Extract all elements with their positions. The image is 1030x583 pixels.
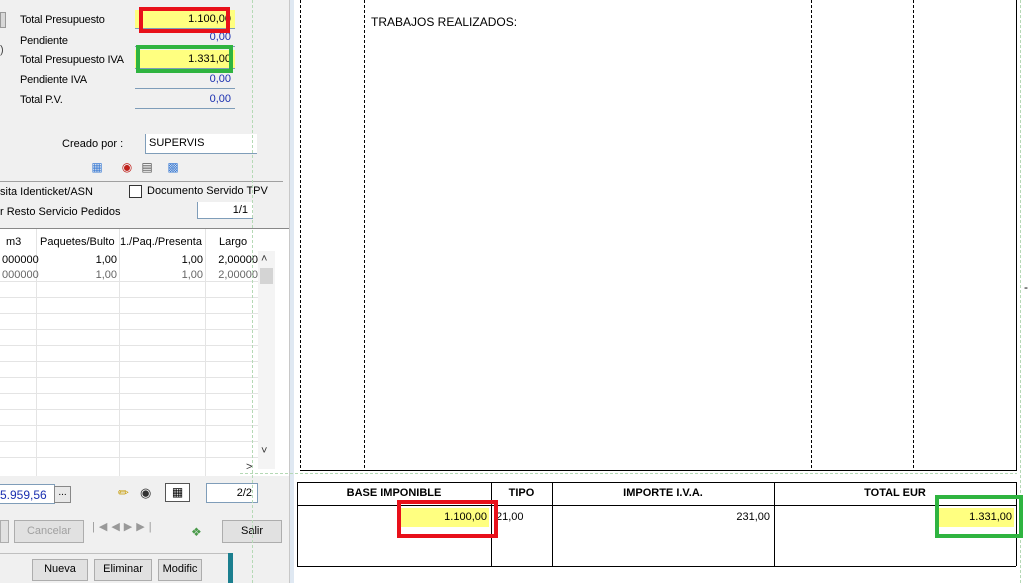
calendar-icon[interactable]: ▦ bbox=[90, 160, 104, 174]
cell[interactable]: 000000 bbox=[2, 254, 39, 266]
modificar-button[interactable]: Modific bbox=[158, 559, 202, 581]
pendiente-label: Pendiente bbox=[20, 35, 68, 47]
col-header-presenta[interactable]: 1./Paq./Presenta bbox=[120, 236, 202, 248]
green-highlight-frame bbox=[935, 495, 1023, 538]
cell[interactable]: 2,00000 bbox=[206, 269, 258, 281]
cell[interactable]: 1,00 bbox=[120, 254, 203, 266]
visita-identicket-label: sita Identicket/ASN bbox=[0, 186, 93, 198]
bottom-toolbar: Nueva Eliminar Modific bbox=[0, 553, 230, 583]
resto-servicio-label: r Resto Servicio Pedidos bbox=[0, 206, 121, 218]
dotted-guide bbox=[252, 0, 253, 583]
importe-iva-value: 231,00 bbox=[736, 511, 770, 523]
lines-grid: m3 Paquetes/Bulto 1./Paq./Presenta Largo… bbox=[0, 228, 289, 476]
col-header-largo[interactable]: Largo bbox=[219, 236, 247, 248]
total-pv-row: Total P.V. 0,00 bbox=[0, 90, 289, 110]
scroll-up-arrow-icon[interactable]: ˄ bbox=[261, 253, 267, 265]
money-bag-icon[interactable]: ◉ bbox=[120, 160, 134, 174]
red-highlight-frame bbox=[397, 500, 498, 538]
importe-iva-header: IMPORTE I.V.A. bbox=[623, 487, 703, 499]
scrollbar-thumb[interactable] bbox=[260, 268, 273, 284]
creado-por-field[interactable]: SUPERVIS bbox=[145, 134, 257, 154]
cancelar-button[interactable]: Cancelar bbox=[14, 520, 84, 543]
pendiente-iva-row: Pendiente IVA 0,00 bbox=[0, 70, 289, 90]
page-indicator: 1/1 bbox=[197, 202, 253, 219]
nueva-button[interactable]: Nueva bbox=[32, 559, 88, 581]
trabajos-realizados-label: TRABAJOS REALIZADOS: bbox=[371, 15, 518, 29]
money-icon[interactable]: ❖ bbox=[191, 525, 202, 539]
keyboard-icon[interactable]: ▩ bbox=[166, 160, 180, 174]
green-highlight-frame bbox=[136, 45, 233, 73]
document-icon[interactable]: ▤ bbox=[140, 160, 154, 174]
col-header-paquetes[interactable]: Paquetes/Bulto bbox=[40, 236, 115, 248]
doc-divider bbox=[300, 470, 1017, 471]
cell[interactable]: 1,00 bbox=[40, 254, 117, 266]
table-top-border bbox=[297, 482, 1016, 483]
cell[interactable]: 1,00 bbox=[120, 269, 203, 281]
grid-view-button[interactable]: ▦ bbox=[165, 483, 190, 502]
pencil-icon[interactable]: ✏ bbox=[118, 485, 129, 501]
table-bottom-border bbox=[297, 566, 1016, 567]
total-presupuesto-label: Total Presupuesto bbox=[20, 14, 105, 26]
tipo-value: 21,00 bbox=[496, 511, 524, 523]
col-header-m3[interactable]: m3 bbox=[6, 236, 21, 248]
binoculars-icon[interactable]: ◉ bbox=[140, 485, 151, 501]
total-presupuesto-iva-label: Total Presupuesto IVA bbox=[20, 54, 124, 66]
total-pv-value[interactable]: 0,00 bbox=[135, 90, 235, 109]
ellipsis-button[interactable]: ... bbox=[54, 486, 71, 503]
doc-column-line bbox=[913, 0, 914, 470]
doc-column-line bbox=[364, 0, 365, 470]
scroll-down-arrow-icon[interactable]: ˅ bbox=[261, 445, 267, 457]
documento-servido-checkbox[interactable] bbox=[129, 185, 142, 198]
eliminar-button[interactable]: Eliminar bbox=[94, 559, 152, 581]
divider bbox=[0, 181, 283, 182]
doc-column-line bbox=[300, 0, 301, 470]
window-edge bbox=[228, 553, 233, 583]
pendiente-iva-label: Pendiente IVA bbox=[20, 74, 87, 86]
budget-form-window: ) Total Presupuesto 1.100,00 Pendiente 0… bbox=[0, 0, 290, 583]
total-pv-label: Total P.V. bbox=[20, 94, 63, 106]
documento-servido-label: Documento Servido TPV bbox=[147, 185, 268, 197]
cell[interactable]: 2,00000 bbox=[206, 254, 258, 266]
record-navigation[interactable]: |◀◀▶▶| bbox=[92, 520, 156, 533]
grid-total-field[interactable]: 5.959,56 bbox=[0, 484, 55, 504]
cell[interactable]: 1,00 bbox=[40, 269, 117, 281]
cell[interactable]: 000000 bbox=[2, 269, 39, 281]
doc-right-border bbox=[1016, 0, 1017, 470]
dotted-guide bbox=[240, 473, 1017, 474]
creado-por-label: Creado por : bbox=[62, 138, 124, 150]
base-imponible-header: BASE IMPONIBLE bbox=[346, 487, 442, 499]
margin-marker: - bbox=[1024, 280, 1028, 294]
doc-column-line bbox=[811, 0, 812, 470]
window-border bbox=[290, 0, 294, 583]
page-counter: 2/2 bbox=[206, 483, 258, 503]
red-highlight-frame bbox=[139, 7, 230, 33]
stub-button[interactable] bbox=[0, 520, 9, 543]
tipo-header: TIPO bbox=[508, 487, 535, 499]
